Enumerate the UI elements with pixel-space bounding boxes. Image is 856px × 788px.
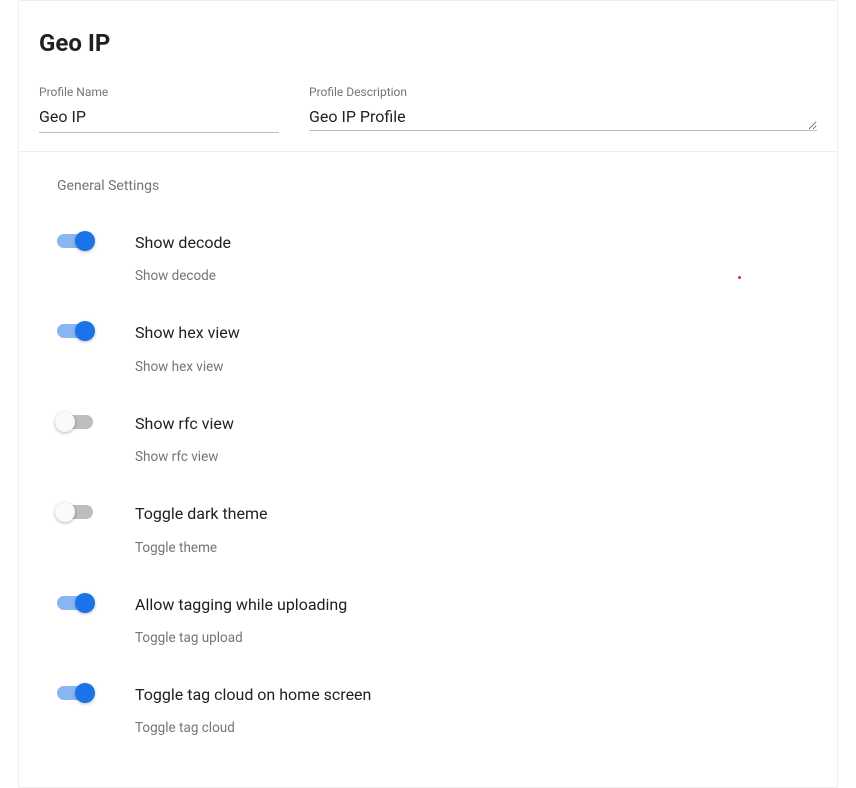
- settings-list: Show decodeShow decodeShow hex viewShow …: [19, 194, 837, 746]
- profile-name-field: Profile Name: [39, 85, 279, 133]
- setting-title: Show decode: [135, 232, 817, 254]
- setting-title: Toggle tag cloud on home screen: [135, 684, 817, 706]
- setting-row-show-decode: Show decode Show decode: [57, 204, 817, 294]
- setting-desc: Toggle theme: [135, 540, 817, 556]
- setting-row-show-hex-view: Show hex view Show hex view: [57, 294, 817, 384]
- setting-row-tag-upload: Allow tagging while uploading Toggle tag …: [57, 566, 817, 656]
- setting-desc: Show rfc view: [135, 449, 817, 465]
- setting-title: Show rfc view: [135, 413, 817, 435]
- setting-title: Toggle dark theme: [135, 503, 817, 525]
- setting-texts: Allow tagging while uploading Toggle tag …: [135, 594, 817, 646]
- toggle-dark-theme[interactable]: [57, 505, 93, 519]
- profile-description-input[interactable]: [309, 103, 817, 131]
- profile-name-input[interactable]: [39, 103, 279, 133]
- toggle-show-hex-view[interactable]: [57, 324, 93, 338]
- setting-desc: Toggle tag cloud: [135, 720, 817, 736]
- setting-row-show-rfc-view: Show rfc view Show rfc view: [57, 385, 817, 475]
- toggle-knob: [55, 412, 75, 432]
- toggle-show-decode[interactable]: [57, 234, 93, 248]
- profile-name-label: Profile Name: [39, 85, 279, 99]
- toggle-knob: [75, 593, 95, 613]
- indicator-dot-icon: [738, 276, 741, 279]
- setting-texts: Show rfc view Show rfc view: [135, 413, 817, 465]
- setting-desc: Show decode: [135, 268, 817, 284]
- setting-desc: Show hex view: [135, 359, 817, 375]
- setting-desc: Toggle tag upload: [135, 630, 817, 646]
- setting-row-tag-cloud: Toggle tag cloud on home screen Toggle ta…: [57, 656, 817, 746]
- toggle-tag-cloud[interactable]: [57, 686, 93, 700]
- toggle-wrap: [57, 684, 135, 700]
- toggle-wrap: [57, 594, 135, 610]
- section-general-label: General Settings: [19, 152, 837, 194]
- profile-fields-row: Profile Name Profile Description: [19, 57, 837, 152]
- setting-title: Allow tagging while uploading: [135, 594, 817, 616]
- toggle-show-rfc-view[interactable]: [57, 415, 93, 429]
- setting-texts: Toggle dark theme Toggle theme: [135, 503, 817, 555]
- setting-texts: Toggle tag cloud on home screen Toggle ta…: [135, 684, 817, 736]
- page-title: Geo IP: [19, 1, 837, 57]
- toggle-knob: [75, 683, 95, 703]
- setting-texts: Show decode Show decode: [135, 232, 817, 284]
- toggle-wrap: [57, 232, 135, 248]
- toggle-knob: [75, 231, 95, 251]
- toggle-wrap: [57, 322, 135, 338]
- toggle-knob: [75, 321, 95, 341]
- profile-description-field: Profile Description: [309, 85, 817, 133]
- toggle-wrap: [57, 413, 135, 429]
- settings-card: Geo IP Profile Name Profile Description …: [18, 0, 838, 788]
- setting-title: Show hex view: [135, 322, 817, 344]
- profile-description-label: Profile Description: [309, 85, 817, 99]
- toggle-wrap: [57, 503, 135, 519]
- toggle-tag-upload[interactable]: [57, 596, 93, 610]
- toggle-knob: [55, 502, 75, 522]
- setting-row-dark-theme: Toggle dark theme Toggle theme: [57, 475, 817, 565]
- setting-texts: Show hex view Show hex view: [135, 322, 817, 374]
